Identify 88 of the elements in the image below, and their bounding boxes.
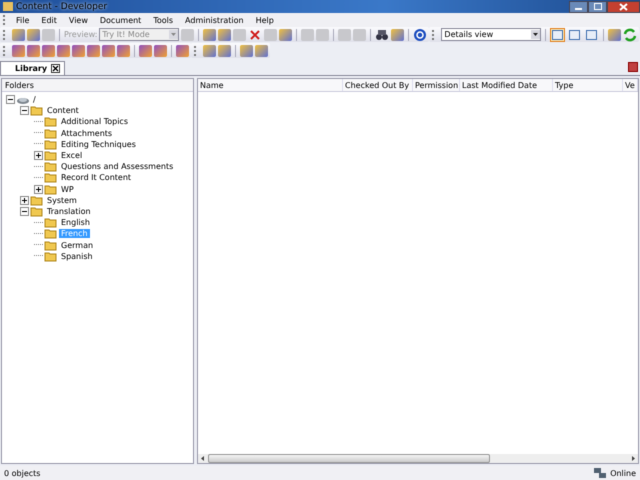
- view-dropdown[interactable]: Details view: [441, 28, 542, 41]
- folder-icon: [44, 116, 58, 128]
- tree-item[interactable]: English: [59, 218, 92, 228]
- tree-item[interactable]: /: [31, 95, 38, 104]
- column-header[interactable]: Type: [553, 79, 623, 91]
- folder-icon: [44, 150, 58, 162]
- tree-item[interactable]: Spanish: [59, 252, 95, 261]
- horizontal-scrollbar[interactable]: [198, 454, 638, 463]
- tree-item[interactable]: Additional Topics: [59, 117, 130, 126]
- toolbar-icon[interactable]: [12, 44, 25, 56]
- expander-icon[interactable]: [6, 95, 15, 104]
- tree-item[interactable]: German: [59, 240, 96, 250]
- help-icon[interactable]: [413, 28, 428, 42]
- expander-icon[interactable]: [20, 106, 29, 116]
- folder-icon: [44, 228, 58, 240]
- column-header[interactable]: Checked Out By: [343, 79, 413, 91]
- folder-icon: [44, 161, 58, 172]
- folder-icon: [44, 217, 58, 228]
- panel-header: Folders: [2, 79, 193, 92]
- folder-icon: [44, 128, 58, 139]
- folder-icon: [30, 206, 44, 217]
- folder-icon: [44, 240, 58, 251]
- expander-icon[interactable]: [20, 206, 29, 216]
- window-title: Content - Developer: [16, 2, 108, 12]
- restore-button[interactable]: [588, 0, 607, 12]
- view-layout-button[interactable]: [550, 28, 566, 42]
- minimize-button[interactable]: [569, 0, 588, 12]
- refresh-icon[interactable]: [623, 28, 638, 42]
- column-header[interactable]: Ve: [623, 79, 638, 91]
- menu-item[interactable]: View: [62, 16, 94, 24]
- network-icon: [593, 467, 608, 479]
- menu-item[interactable]: File: [10, 16, 36, 24]
- tree-item[interactable]: Questions and Assessments: [59, 162, 176, 172]
- folder-icon: [44, 172, 58, 184]
- menu-item[interactable]: Help: [250, 16, 280, 24]
- tree-item[interactable]: System: [45, 196, 79, 205]
- toolbar-icon[interactable]: [218, 44, 231, 56]
- toolbar-icon[interactable]: [608, 28, 622, 40]
- toolbar-icon[interactable]: [117, 44, 130, 56]
- column-header[interactable]: Name: [198, 79, 343, 91]
- expander-icon[interactable]: [34, 151, 43, 160]
- toolbar-icon[interactable]: [42, 44, 55, 56]
- library-tab[interactable]: Library: [0, 61, 66, 75]
- column-header[interactable]: Permission: [413, 79, 460, 91]
- toolbar-icon[interactable]: [57, 44, 70, 56]
- folder-icon: [30, 105, 44, 116]
- expander-icon[interactable]: [20, 196, 29, 205]
- toolbar-icon[interactable]: [255, 44, 268, 56]
- tree-item[interactable]: Record It Content: [59, 173, 134, 182]
- toolbar-icon[interactable]: [102, 44, 115, 56]
- menu-item[interactable]: Administration: [179, 16, 250, 24]
- menu-item[interactable]: Tools: [147, 16, 180, 24]
- close-button[interactable]: [607, 0, 640, 12]
- delete-icon[interactable]: [248, 28, 262, 42]
- folder-icon: [44, 138, 58, 150]
- toolbar-icon[interactable]: [27, 44, 40, 56]
- menu-item[interactable]: Document: [94, 16, 148, 24]
- toolbar-icon[interactable]: [72, 44, 85, 56]
- toolbar-icon[interactable]: [139, 44, 152, 56]
- toolbar-icon[interactable]: [203, 44, 216, 56]
- toolbar-icon[interactable]: [12, 28, 25, 40]
- tree-item[interactable]: WP: [59, 184, 76, 194]
- tree-item[interactable]: Attachments: [59, 128, 114, 138]
- toolbar-icon[interactable]: [240, 44, 253, 56]
- toolbar-icon[interactable]: [27, 28, 40, 40]
- folder-icon: [44, 184, 58, 195]
- caret-icon: [531, 30, 540, 39]
- expander-icon[interactable]: [34, 184, 43, 194]
- folder-icon: [44, 250, 58, 262]
- toolbar-icon[interactable]: [176, 44, 189, 56]
- column-header[interactable]: Last Modified Date: [460, 79, 553, 91]
- connection-status: Online: [610, 468, 636, 478]
- folder-icon: [30, 194, 44, 206]
- preview-label: Preview:: [64, 30, 98, 39]
- menu-item[interactable]: Edit: [35, 16, 63, 24]
- tree-item[interactable]: Content: [45, 106, 81, 116]
- app-icon: [3, 2, 13, 11]
- view-layout-button[interactable]: [567, 28, 582, 42]
- tree-item[interactable]: Editing Techniques: [59, 140, 138, 149]
- toolbar-icon[interactable]: [87, 44, 100, 56]
- toolbar-icon[interactable]: [154, 44, 167, 56]
- caret-icon: [169, 30, 178, 39]
- toolbar-icon[interactable]: [279, 28, 292, 40]
- tree-item[interactable]: Translation: [45, 206, 93, 216]
- object-count: 0 objects: [4, 468, 40, 478]
- tree-item[interactable]: Excel: [59, 151, 84, 160]
- view-layout-button[interactable]: [584, 28, 600, 42]
- binoculars-icon[interactable]: [375, 28, 390, 42]
